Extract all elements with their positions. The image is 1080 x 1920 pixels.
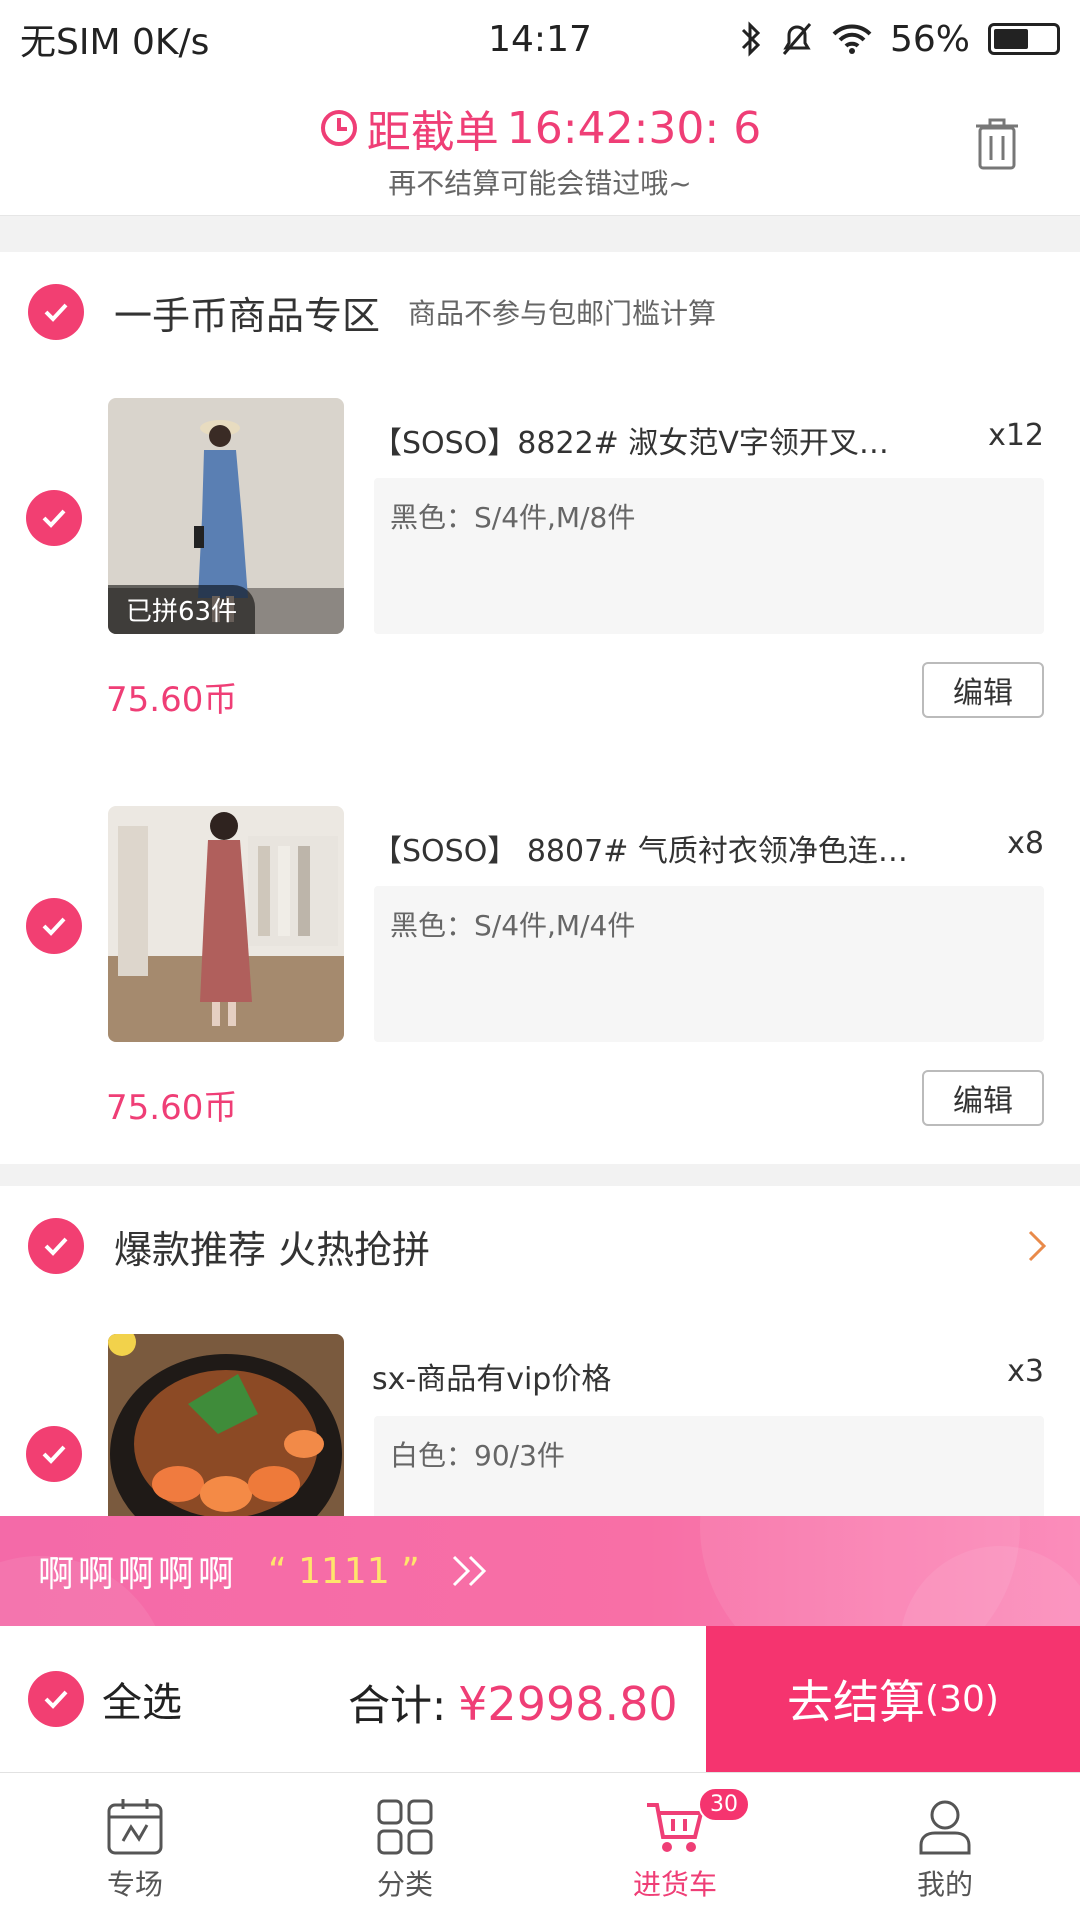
double-chevron-right-icon: [452, 1555, 486, 1587]
check-icon: [44, 1690, 68, 1709]
product-image[interactable]: 已拼63件: [108, 398, 344, 634]
select-all-label[interactable]: 全选: [102, 1670, 182, 1728]
section-header-coin-zone: 一手币商品专区 商品不参与包邮门槛计算: [0, 252, 1080, 372]
checkout-bar: 全选 合计: ¥2998.80 去结算 (30): [0, 1626, 1080, 1772]
item-title[interactable]: 【SOSO】8822# 淑女范V字领开叉…: [372, 418, 932, 462]
cart-header: 距截单 16:42:30: 6 再不结算可能会错过哦~: [0, 78, 1080, 216]
item-variant: 黑色：S/4件,M/4件: [374, 886, 1044, 1042]
checkout-button-label: 去结算: [787, 1675, 926, 1729]
item-price: 75.60币: [106, 680, 238, 720]
tab-label: 专场: [106, 1868, 163, 1901]
trash-icon[interactable]: [972, 116, 1022, 172]
mute-bell-icon: [782, 23, 812, 55]
cart-count-badge: 30: [698, 1787, 750, 1822]
check-icon: [42, 917, 66, 936]
wifi-icon: [832, 24, 872, 54]
product-photo-dress-red: [108, 806, 344, 1042]
carrier-text: 无SIM: [20, 22, 121, 63]
item-checkbox[interactable]: [26, 1426, 82, 1482]
status-icons: 56%: [740, 19, 1060, 60]
battery-percent: 56%: [889, 18, 970, 60]
tab-label: 我的: [916, 1868, 973, 1901]
cart-item[interactable]: sx-商品有vip价格 x3 白色：90/3件: [0, 1334, 1080, 1516]
countdown-subtitle: 再不结算可能会错过哦~: [388, 167, 692, 200]
product-image[interactable]: [108, 806, 344, 1042]
promo-banner[interactable]: 啊啊啊啊啊 “ 1111 ”: [0, 1516, 1080, 1626]
item-variant: 白色：90/3件: [374, 1416, 1044, 1516]
section-title: 爆款推荐 火热抢拼: [114, 1227, 431, 1272]
section-divider: [0, 1164, 1080, 1186]
battery-fill: [994, 29, 1028, 49]
countdown-label: 距截单: [366, 107, 499, 158]
cart-item[interactable]: 已拼63件 【SOSO】8822# 淑女范V字领开叉… x12 黑色：S/4件,…: [0, 398, 1080, 758]
battery-icon: [988, 23, 1060, 55]
product-image[interactable]: [108, 1334, 344, 1516]
tab-mine[interactable]: 我的: [810, 1773, 1080, 1920]
item-variant: 黑色：S/4件,M/8件: [374, 478, 1044, 634]
product-photo-shrimp-dish: [108, 1334, 344, 1516]
section-title: 一手币商品专区: [114, 293, 381, 338]
item-checkbox[interactable]: [26, 490, 82, 546]
tab-label: 进货车: [632, 1868, 717, 1901]
check-icon: [44, 303, 68, 322]
section-header-hot-picks[interactable]: 爆款推荐 火热抢拼: [0, 1186, 1080, 1306]
bottom-tab-bar: 专场 分类 30 进货车 我的: [0, 1772, 1080, 1920]
checkout-button[interactable]: 去结算 (30): [706, 1626, 1080, 1772]
check-icon: [44, 1237, 68, 1256]
bluetooth-icon: [741, 21, 761, 57]
section-note: 商品不参与包邮门槛计算: [408, 297, 717, 330]
variant-text: 白色：90/3件: [390, 1439, 565, 1472]
tab-cart[interactable]: 30 进货车: [540, 1773, 810, 1920]
calendar-icon: [107, 1799, 163, 1855]
item-checkbox[interactable]: [26, 898, 82, 954]
cart-item[interactable]: 【SOSO】 8807# 气质衬衣领净色连… x8 黑色：S/4件,M/4件 7…: [0, 806, 1080, 1166]
tab-label: 分类: [376, 1868, 433, 1901]
chevron-right-icon[interactable]: [1026, 1226, 1050, 1266]
section-checkbox[interactable]: [28, 1218, 84, 1274]
promo-code: “ 1111 ”: [268, 1550, 420, 1592]
network-speed: 0K/s: [131, 22, 210, 63]
check-icon: [42, 509, 66, 528]
clock-icon: [320, 110, 357, 146]
select-all-checkbox[interactable]: [28, 1671, 84, 1727]
countdown: 距截单 16:42:30: 6: [0, 96, 1080, 160]
item-title[interactable]: 【SOSO】 8807# 气质衬衣领净色连…: [372, 826, 932, 870]
user-icon: [919, 1800, 971, 1855]
countdown-value: 16:42:30: 6: [506, 102, 762, 154]
check-icon: [42, 1445, 66, 1464]
item-quantity: x3: [1007, 1354, 1044, 1389]
tab-special[interactable]: 专场: [0, 1773, 270, 1920]
item-title[interactable]: sx-商品有vip价格: [372, 1354, 932, 1398]
item-quantity: x8: [1007, 826, 1044, 861]
section-checkbox[interactable]: [28, 284, 84, 340]
item-price: 75.60币: [106, 1088, 238, 1128]
item-quantity: x12: [988, 418, 1044, 453]
checkout-count: (30): [925, 1678, 999, 1720]
status-bar: 无SIM 0K/s 14:17 56%: [0, 0, 1080, 78]
section-divider: [0, 216, 1080, 252]
status-carrier: 无SIM 0K/s: [20, 13, 740, 65]
edit-button[interactable]: 编辑: [922, 662, 1044, 718]
group-buy-badge: 已拼63件: [108, 585, 256, 634]
promo-text: 啊啊啊啊啊: [38, 1554, 239, 1595]
edit-button[interactable]: 编辑: [922, 1070, 1044, 1126]
total-summary: 合计: ¥2998.80: [348, 1672, 678, 1733]
total-amount: ¥2998.80: [458, 1677, 678, 1731]
tab-category[interactable]: 分类: [270, 1773, 540, 1920]
variant-text: 黑色：S/4件,M/8件: [390, 501, 636, 534]
grid-icon: [377, 1799, 433, 1855]
total-label: 合计:: [348, 1681, 447, 1730]
variant-text: 黑色：S/4件,M/4件: [390, 909, 636, 942]
